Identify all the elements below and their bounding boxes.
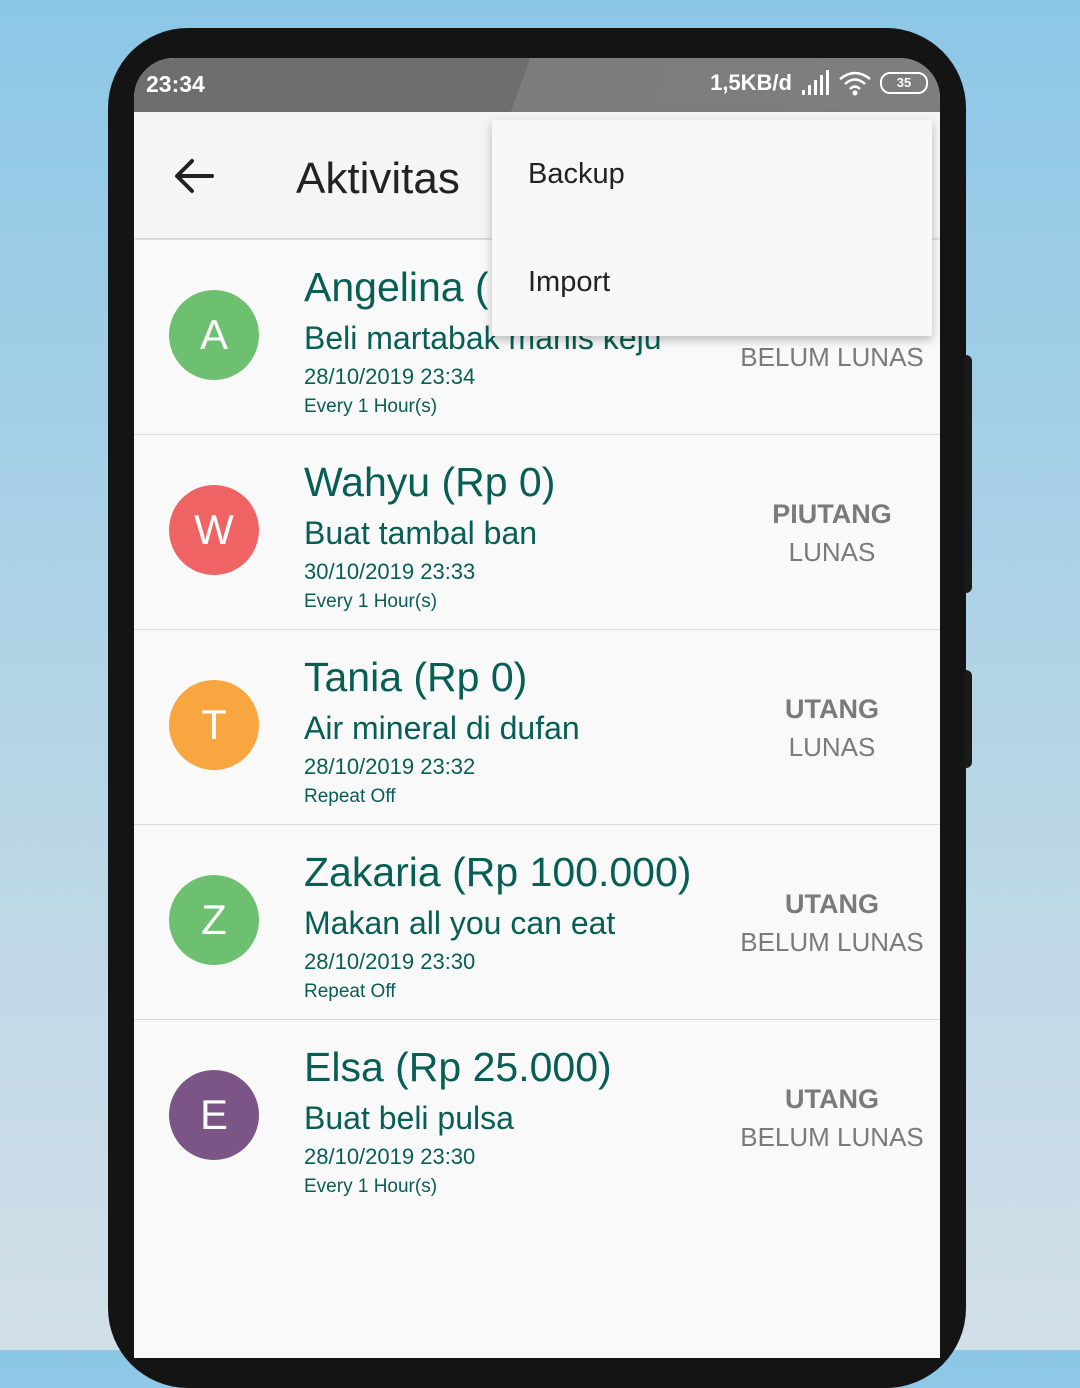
- item-description: Makan all you can eat: [304, 905, 616, 941]
- status-badge: UTANG LUNAS: [732, 694, 932, 763]
- status-state: LUNAS: [788, 537, 876, 567]
- list-item[interactable]: Z Zakaria (Rp 100.000) Makan all you can…: [134, 825, 940, 1020]
- status-badge: UTANG BELUM LUNAS: [732, 1084, 932, 1153]
- list-item[interactable]: W Wahyu (Rp 0) Buat tambal ban 30/10/201…: [134, 435, 940, 630]
- item-repeat: Repeat Off: [304, 786, 396, 807]
- wifi-icon: [839, 71, 871, 96]
- status-icons: 1,5KB/d 35: [710, 70, 928, 96]
- signal-icon: [802, 70, 829, 95]
- status-bar: 23:34 1,5KB/d 35: [134, 58, 940, 112]
- avatar: T: [169, 680, 259, 770]
- avatar-initial: E: [199, 1091, 228, 1138]
- overflow-menu: Backup Import: [492, 120, 932, 336]
- item-repeat: Every 1 Hour(s): [304, 591, 438, 612]
- item-date: 28/10/2019 23:34: [304, 364, 476, 389]
- item-date: 30/10/2019 23:33: [304, 559, 476, 584]
- avatar-initial: T: [201, 701, 227, 748]
- avatar: E: [169, 1070, 259, 1160]
- status-state: BELUM LUNAS: [740, 927, 924, 957]
- status-type: UTANG: [785, 1084, 879, 1114]
- avatar-initial: W: [194, 506, 234, 553]
- arrow-left-icon[interactable]: [170, 152, 218, 200]
- status-type: UTANG: [785, 694, 879, 724]
- item-description: Buat tambal ban: [304, 515, 538, 551]
- status-state: LUNAS: [788, 732, 876, 762]
- avatar-initial: Z: [201, 896, 227, 943]
- page-title: Aktivitas: [296, 154, 460, 203]
- network-speed: 1,5KB/d: [710, 70, 792, 95]
- volume-button: [964, 355, 972, 593]
- list-item[interactable]: E Elsa (Rp 25.000) Buat beli pulsa 28/10…: [134, 1020, 940, 1214]
- status-state: BELUM LUNAS: [740, 1122, 924, 1152]
- status-badge: UTANG BELUM LUNAS: [732, 889, 932, 958]
- menu-item-import[interactable]: Import: [528, 266, 610, 299]
- item-repeat: Every 1 Hour(s): [304, 1176, 438, 1197]
- status-type: PIUTANG: [772, 499, 892, 529]
- item-date: 28/10/2019 23:30: [304, 1144, 476, 1169]
- item-name: Elsa (Rp 25.000): [304, 1044, 612, 1090]
- avatar-initial: A: [199, 311, 228, 358]
- item-repeat: Repeat Off: [304, 981, 396, 1002]
- activity-list: A Angelina (Rp 0) Beli martabak manis ke…: [134, 240, 940, 1214]
- item-repeat: Every 1 Hour(s): [304, 396, 438, 417]
- phone-screen: 23:34 1,5KB/d 35 Aktivitas A Angelina (R…: [134, 58, 940, 1358]
- avatar: A: [169, 290, 259, 380]
- item-date: 28/10/2019 23:30: [304, 949, 476, 974]
- item-description: Buat beli pulsa: [304, 1100, 514, 1136]
- item-description: Air mineral di dufan: [304, 710, 580, 746]
- item-date: 28/10/2019 23:32: [304, 754, 476, 779]
- list-item[interactable]: T Tania (Rp 0) Air mineral di dufan 28/1…: [134, 630, 940, 825]
- menu-item-backup[interactable]: Backup: [528, 158, 625, 191]
- status-time: 23:34: [146, 71, 205, 97]
- item-name: Tania (Rp 0): [304, 654, 528, 700]
- status-badge: PIUTANG LUNAS: [732, 499, 932, 568]
- avatar: Z: [169, 875, 259, 965]
- avatar: W: [169, 485, 259, 575]
- item-name: Wahyu (Rp 0): [304, 459, 556, 505]
- status-state: BELUM LUNAS: [740, 342, 924, 372]
- battery-icon: 35: [880, 72, 928, 94]
- power-button: [964, 670, 972, 768]
- item-name: Zakaria (Rp 100.000): [304, 849, 692, 895]
- status-type: UTANG: [785, 889, 879, 919]
